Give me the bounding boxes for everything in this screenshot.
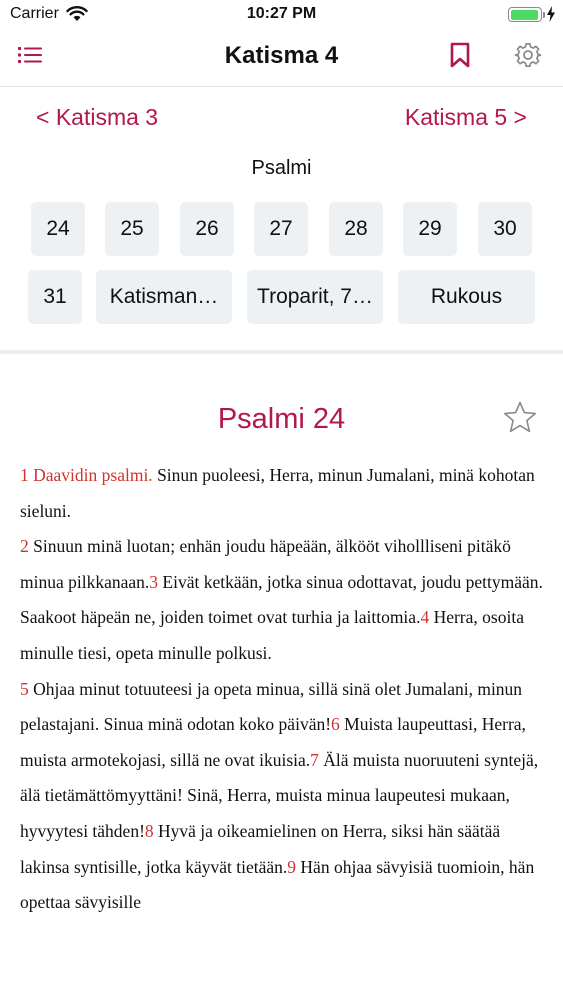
prev-katisma-link[interactable]: < Katisma 3	[36, 104, 158, 131]
psalm-text: 1 Daavidin psalmi. Sinun puoleesi, Herra…	[20, 458, 543, 921]
verse-number: 4	[420, 607, 434, 628]
verse-number: 8	[144, 820, 159, 841]
battery-cap	[543, 12, 545, 18]
psalm-button-29[interactable]: 29	[403, 202, 457, 256]
troparia-button[interactable]: Troparit, 7…	[247, 270, 383, 324]
battery-icon	[508, 7, 542, 22]
psalm-button-28[interactable]: 28	[329, 202, 383, 256]
psalm-button-26[interactable]: 26	[180, 202, 234, 256]
section-divider	[0, 350, 563, 354]
psalm-button-24[interactable]: 24	[31, 202, 85, 256]
verse-number: 6	[331, 714, 345, 735]
katisma-section-button[interactable]: Katisman…	[96, 270, 232, 324]
gear-icon[interactable]	[514, 41, 542, 69]
verse-number: 5	[20, 678, 34, 699]
verse-number: 9	[287, 856, 301, 877]
page-title: Katisma 4	[224, 42, 339, 69]
psalm-button-30[interactable]: 30	[478, 202, 532, 256]
next-katisma-link[interactable]: Katisma 5 >	[405, 104, 527, 131]
bookmark-icon[interactable]	[449, 42, 471, 68]
prayer-button[interactable]: Rukous	[398, 270, 535, 324]
psalm-button-31[interactable]: 31	[28, 270, 82, 324]
status-bar: Carrier 10:27 PM	[0, 0, 563, 30]
psalm-button-25[interactable]: 25	[105, 202, 159, 256]
verse-number: 7	[310, 749, 324, 770]
verse-text: Daavidin psalmi.	[33, 465, 153, 485]
navigation-bar: Katisma 4	[0, 30, 563, 87]
verse-number: 1	[20, 465, 34, 485]
psalm-button-27[interactable]: 27	[254, 202, 308, 256]
section-label: Psalmi	[251, 157, 312, 179]
verse-number: 2	[20, 536, 34, 557]
verse-number: 3	[149, 571, 163, 592]
clock: 10:27 PM	[246, 5, 317, 22]
star-icon[interactable]	[502, 400, 538, 436]
charging-bolt-icon	[547, 6, 555, 22]
battery-level	[510, 9, 539, 20]
psalm-title: Psalmi 24	[217, 403, 346, 435]
